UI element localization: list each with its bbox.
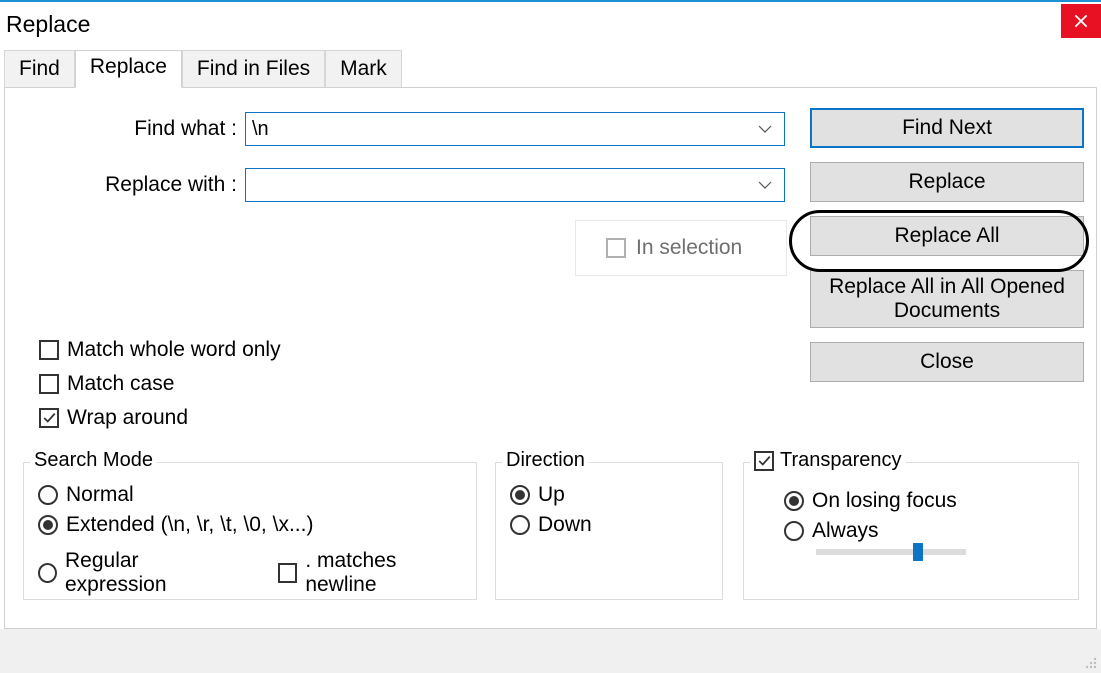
window-title: Replace xyxy=(6,7,90,38)
chevron-down-icon xyxy=(758,124,772,134)
find-next-button[interactable]: Find Next xyxy=(810,108,1084,148)
search-mode-extended[interactable]: Extended (\n, \r, \t, \0, \x...) xyxy=(38,513,462,537)
tab-find-in-files[interactable]: Find in Files xyxy=(182,50,325,88)
statusbar xyxy=(0,629,1101,673)
replace-with-label: Replace with : xyxy=(5,173,245,197)
wrap-around-label: Wrap around xyxy=(67,406,188,430)
direction-legend: Direction xyxy=(502,449,589,472)
tab-find[interactable]: Find xyxy=(4,50,75,88)
replace-all-docs-button[interactable]: Replace All in All Opened Documents xyxy=(810,270,1084,328)
direction-up[interactable]: Up xyxy=(510,483,708,507)
tab-row: Find Replace Find in Files Mark xyxy=(4,48,1097,88)
close-button[interactable]: Close xyxy=(810,342,1084,382)
button-column: Find Next Replace Replace All Replace Al… xyxy=(810,108,1084,382)
search-mode-group: Search Mode Normal Extended (\n, \r, \t,… xyxy=(23,462,477,600)
search-mode-regex-label: Regular expression xyxy=(65,549,234,597)
find-what-label: Find what : xyxy=(5,117,245,141)
replace-all-button[interactable]: Replace All xyxy=(810,216,1084,256)
wrap-around-checkbox[interactable]: Wrap around xyxy=(39,406,281,430)
dot-matches-newline-checkbox[interactable]: . matches newline xyxy=(278,549,462,597)
search-mode-legend: Search Mode xyxy=(30,449,157,472)
titlebar: Replace xyxy=(0,2,1101,42)
transparency-always[interactable]: Always xyxy=(784,519,1064,543)
match-whole-word-checkbox[interactable]: Match whole word only xyxy=(39,338,281,362)
tab-replace[interactable]: Replace xyxy=(75,50,182,88)
transparency-on-losing[interactable]: On losing focus xyxy=(784,489,1064,513)
replace-button[interactable]: Replace xyxy=(810,162,1084,202)
replace-with-input[interactable] xyxy=(246,169,748,201)
find-what-combo[interactable] xyxy=(245,112,785,146)
in-selection-label: In selection xyxy=(636,236,742,260)
direction-up-label: Up xyxy=(538,483,565,507)
close-window-button[interactable] xyxy=(1061,4,1101,38)
in-selection-container: In selection xyxy=(575,220,787,276)
chevron-down-icon xyxy=(758,180,772,190)
transparency-on-losing-label: On losing focus xyxy=(812,489,957,513)
close-icon xyxy=(1074,14,1088,28)
dot-matches-newline-label: . matches newline xyxy=(305,549,462,597)
find-what-input[interactable] xyxy=(246,113,748,145)
dialog-content: Find what : Replace with : In selection … xyxy=(4,88,1097,629)
search-mode-normal-label: Normal xyxy=(66,483,134,507)
options-checkboxes: Match whole word only Match case Wrap ar… xyxy=(39,338,281,430)
transparency-legend-wrap: Transparency xyxy=(750,449,906,472)
search-mode-regex[interactable]: Regular expression . matches newline xyxy=(38,549,462,597)
direction-down[interactable]: Down xyxy=(510,513,708,537)
match-case-checkbox[interactable]: Match case xyxy=(39,372,281,396)
transparency-slider-thumb[interactable] xyxy=(913,543,923,561)
transparency-checkbox[interactable] xyxy=(754,451,774,471)
transparency-always-label: Always xyxy=(812,519,879,543)
direction-group: Direction Up Down xyxy=(495,462,723,600)
replace-with-dropdown[interactable] xyxy=(748,169,782,201)
transparency-slider[interactable] xyxy=(816,549,966,555)
transparency-legend: Transparency xyxy=(780,449,902,472)
resize-grip-icon[interactable] xyxy=(1081,653,1097,669)
find-what-dropdown[interactable] xyxy=(748,113,782,145)
match-whole-word-label: Match whole word only xyxy=(67,338,281,362)
transparency-group: Transparency On losing focus Always xyxy=(743,462,1079,600)
match-case-label: Match case xyxy=(67,372,174,396)
tab-mark[interactable]: Mark xyxy=(325,50,402,88)
search-mode-normal[interactable]: Normal xyxy=(38,483,462,507)
search-mode-extended-label: Extended (\n, \r, \t, \0, \x...) xyxy=(66,513,313,537)
direction-down-label: Down xyxy=(538,513,592,537)
replace-with-combo[interactable] xyxy=(245,168,785,202)
in-selection-checkbox[interactable] xyxy=(606,238,626,258)
